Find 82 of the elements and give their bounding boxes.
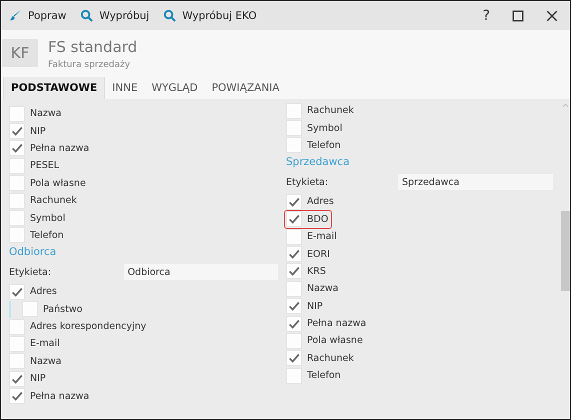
tab[interactable]: WYGLĄD	[144, 77, 205, 99]
toolbar-button[interactable]: Wypróbuj EKO	[161, 9, 259, 22]
checkbox[interactable]	[286, 263, 302, 280]
checkbox[interactable]	[286, 316, 302, 332]
tab[interactable]: POWIĄZANIA	[204, 77, 286, 99]
input-field[interactable]: Sprzedawca	[398, 174, 553, 190]
checkbox-label: Nazwa	[30, 356, 62, 367]
field-label: Etykieta:	[286, 176, 330, 188]
checkbox-label: EORI	[307, 248, 330, 260]
section-title: Sprzedawca	[286, 155, 351, 170]
checkbox[interactable]	[286, 298, 302, 314]
checkbox[interactable]	[9, 336, 25, 352]
checkbox-label: Państwo	[43, 304, 82, 315]
checkbox-label: Pełna nazwa	[30, 142, 90, 154]
checkbox-label: Rachunek	[307, 352, 354, 364]
help-button[interactable]: ?	[476, 8, 496, 24]
checkbox-label: NIP	[307, 300, 323, 312]
checkbox[interactable]	[286, 211, 302, 228]
checkbox[interactable]	[9, 227, 25, 244]
checkbox-label: Pola własne	[30, 178, 86, 189]
search-icon	[163, 9, 176, 22]
checkbox[interactable]	[286, 228, 302, 245]
maximize-icon[interactable]	[512, 10, 524, 22]
scroll-up-icon[interactable]	[562, 103, 568, 108]
checkbox[interactable]	[9, 388, 25, 404]
checkbox-label: Pełna nazwa	[307, 318, 366, 330]
checkbox-label: Rachunek	[307, 105, 354, 116]
checkbox-label: Nazwa	[307, 283, 339, 294]
checkbox[interactable]	[286, 102, 302, 119]
checkbox-label: Rachunek	[30, 195, 77, 206]
checkbox[interactable]	[9, 192, 25, 209]
search-icon	[80, 9, 94, 22]
checkbox-label: KRS	[307, 266, 326, 277]
checkbox[interactable]	[9, 140, 25, 156]
close-icon[interactable]	[546, 10, 558, 22]
checkbox[interactable]	[9, 210, 25, 226]
checkbox-label: Telefon	[30, 230, 64, 241]
checkbox-label: Nazwa	[30, 108, 62, 120]
checkbox-label: Telefon	[307, 370, 341, 382]
checkbox[interactable]	[286, 120, 302, 136]
checkbox[interactable]	[9, 106, 25, 122]
toolbar-button[interactable]: Popraw	[7, 9, 68, 22]
document-subtitle: Faktura sprzedaży	[48, 60, 132, 70]
scroll-thumb[interactable]	[560, 211, 570, 291]
checkbox-label: Symbol	[307, 122, 342, 134]
checkbox-label: Symbol	[30, 212, 66, 224]
checkbox[interactable]	[286, 137, 302, 154]
checkbox-label: PESEL	[30, 160, 60, 172]
field-label: Etykieta:	[9, 266, 52, 278]
checkbox[interactable]	[9, 318, 25, 335]
tab[interactable]: PODSTAWOWE	[3, 77, 106, 99]
checkbox-label: NIP	[30, 126, 46, 137]
document-title: FS standard	[48, 36, 138, 56]
checkbox-label: Adres korespondencyjny	[30, 321, 146, 332]
toolbar-button[interactable]: Wypróbuj	[78, 9, 152, 22]
checkbox[interactable]	[9, 353, 25, 370]
checkbox-label: Telefon	[307, 140, 341, 151]
checkbox[interactable]	[9, 123, 25, 140]
checkbox[interactable]	[286, 246, 302, 262]
checkbox[interactable]	[286, 280, 302, 297]
checkbox-label: Pola własne	[307, 335, 363, 346]
section-title: Odbiorca	[9, 245, 58, 260]
checkbox[interactable]	[9, 158, 25, 174]
checkbox-label: NIP	[30, 373, 46, 384]
checkbox-label: Adres	[307, 196, 334, 208]
checkbox[interactable]	[9, 175, 25, 192]
checkbox[interactable]	[286, 368, 302, 384]
brush-icon	[9, 9, 22, 22]
checkbox-label: BDO	[307, 214, 328, 225]
checkbox-label: Adres	[30, 286, 57, 298]
checkbox-label: E-mail	[30, 338, 60, 350]
checkbox[interactable]	[286, 350, 302, 366]
checkbox[interactable]	[9, 370, 25, 387]
checkbox-label: Pełna nazwa	[30, 390, 90, 402]
checkbox[interactable]	[286, 332, 302, 349]
avatar-badge: KF	[2, 39, 38, 67]
input-field[interactable]: Odbiorca	[124, 264, 278, 280]
checkbox[interactable]	[286, 194, 302, 210]
checkbox[interactable]	[9, 284, 25, 300]
checkbox[interactable]	[22, 301, 38, 318]
tab[interactable]: INNE	[105, 77, 145, 99]
checkbox-label: E-mail	[307, 231, 337, 242]
